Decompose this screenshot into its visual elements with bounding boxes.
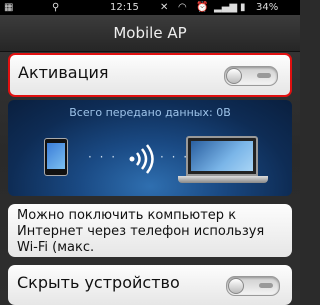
- page-title: Mobile AP: [0, 15, 300, 52]
- status-time: 12:15: [110, 2, 139, 13]
- toggle-slot: [257, 73, 271, 78]
- toggle-knob: [226, 68, 242, 84]
- phone-icon: [44, 138, 68, 176]
- hide-device-toggle[interactable]: [226, 276, 280, 296]
- battery-percent: 34%: [256, 2, 279, 13]
- toggle-knob: [228, 278, 244, 294]
- dots-left: · · ·: [88, 150, 118, 164]
- mobile-ap-illustration: Всего передано данных: 0В · · · · · ·: [8, 100, 292, 196]
- hide-device-label: Скрыть устройство: [17, 273, 180, 292]
- activation-label: Активация: [18, 63, 109, 82]
- alarm-icon: ⏰: [196, 2, 209, 13]
- total-transferred: Всего передано данных: 0В: [69, 106, 231, 119]
- usb-icon: ⚲: [52, 2, 60, 13]
- wifi-status-icon: ◠: [178, 2, 187, 13]
- toggle-slot: [259, 283, 273, 288]
- laptop-icon: [178, 136, 268, 186]
- activation-toggle[interactable]: [224, 66, 278, 86]
- mute-icon: ✕: [160, 2, 169, 13]
- info-text: Можно поключить компьютер к Интернет чер…: [17, 208, 265, 255]
- grid-icon: ▦: [4, 2, 14, 13]
- info-card: Можно поключить компьютер к Интернет чер…: [8, 204, 292, 257]
- hide-device-row[interactable]: Скрыть устройство: [8, 265, 292, 305]
- signal-icon: ▂▄▆: [214, 2, 238, 13]
- activation-row[interactable]: Активация: [8, 53, 292, 97]
- status-bar: ▦ ⚲ 12:15 ✕ ◠ ⏰ ▂▄▆ ▮ 34%: [0, 0, 300, 15]
- wifi-signal-icon: [129, 144, 154, 174]
- battery-icon: ▮: [240, 2, 246, 13]
